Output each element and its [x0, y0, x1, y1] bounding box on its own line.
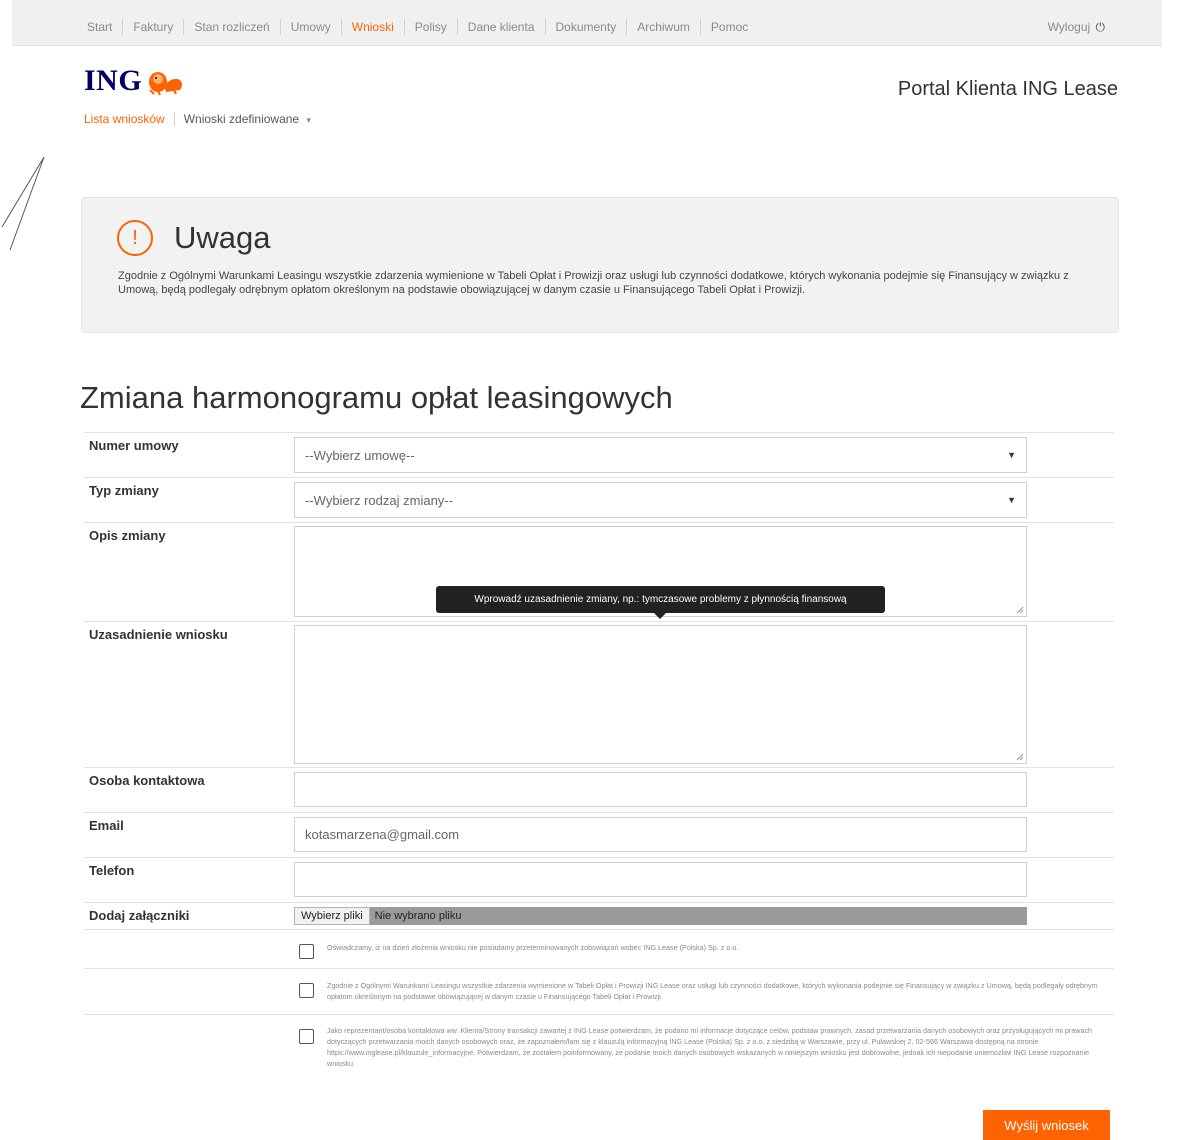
change-type-select[interactable]: --Wybierz rodzaj zmiany-- ▼ — [294, 482, 1027, 518]
phone-label: Telefon — [89, 863, 135, 878]
consent-checkbox-gdpr[interactable] — [299, 1029, 314, 1044]
file-upload[interactable]: Wybierz pliki Nie wybrano pliku — [294, 907, 1027, 925]
nav-item-umowy[interactable]: Umowy — [279, 19, 341, 35]
consent-checkbox-debt[interactable] — [299, 944, 314, 959]
logo-text: ING — [84, 64, 143, 97]
justification-textarea[interactable] — [294, 625, 1027, 764]
page-title: Zmiana harmonogramu opłat leasingowych — [80, 380, 673, 415]
contact-label: Osoba kontaktowa — [89, 773, 205, 788]
change-type-label: Typ zmiany — [89, 483, 159, 498]
nav-item-dane-klienta[interactable]: Dane klienta — [456, 19, 545, 35]
logout-label: Wyloguj — [1047, 20, 1091, 34]
file-status: Nie wybrano pliku — [374, 910, 462, 922]
row-divider — [84, 902, 1114, 903]
row-divider — [84, 968, 1114, 969]
consent-text-fees: Zgodnie z Ogólnymi Warunkami Leasingu ws… — [327, 981, 1098, 1001]
email-input[interactable]: kotasmarzena@gmail.com — [294, 817, 1027, 852]
lion-logo-icon — [149, 72, 183, 96]
row-divider — [84, 1014, 1114, 1015]
notice-title: Uwaga — [174, 220, 271, 255]
contract-label: Numer umowy — [89, 438, 179, 453]
justification-tooltip: Wprowadź uzasadnienie zmiany, np.: tymcz… — [436, 586, 885, 619]
justification-label: Uzasadnienie wniosku — [89, 627, 228, 642]
nav-item-start[interactable]: Start — [87, 19, 122, 35]
subnav-requests-list[interactable]: Lista wniosków — [84, 112, 175, 126]
attachments-label: Dodaj załączniki — [89, 908, 190, 923]
notice-box: ! Uwaga Zgodnie z Ogólnymi Warunkami Lea… — [81, 197, 1119, 333]
nav-item-wnioski[interactable]: Wnioski — [340, 19, 404, 35]
resize-handle-icon[interactable] — [1016, 606, 1024, 614]
nav-item-polisy[interactable]: Polisy — [403, 19, 457, 35]
ing-logo[interactable]: ING — [84, 64, 186, 98]
phone-input[interactable] — [294, 862, 1027, 897]
dropdown-arrow-icon: ▼ — [1007, 450, 1016, 460]
submit-request-button[interactable]: Wyślij wniosek — [983, 1110, 1110, 1140]
nav-item-faktury[interactable]: Faktury — [122, 19, 183, 35]
nav-item-dokumenty[interactable]: Dokumenty — [544, 19, 627, 35]
email-input-value: kotasmarzena@gmail.com — [305, 827, 460, 842]
contact-input[interactable] — [294, 772, 1027, 807]
contract-select-value: --Wybierz umowę-- — [305, 447, 415, 463]
top-navigation: Start Faktury Stan rozliczeń Umowy Wnios… — [12, 0, 1162, 46]
row-divider — [84, 929, 1114, 930]
description-label: Opis zmiany — [89, 528, 166, 543]
row-divider — [84, 767, 1114, 768]
row-divider — [84, 812, 1114, 813]
nav-item-pomoc[interactable]: Pomoc — [699, 19, 758, 35]
row-divider — [84, 477, 1114, 478]
exclamation-icon: ! — [117, 220, 153, 256]
chevron-down-icon: ▾ — [306, 115, 311, 125]
dropdown-arrow-icon: ▼ — [1007, 495, 1016, 505]
row-divider — [84, 857, 1114, 858]
nav-item-archiwum[interactable]: Archiwum — [626, 19, 700, 35]
main-menu: Start Faktury Stan rozliczeń Umowy Wnios… — [87, 19, 758, 35]
resize-handle-icon[interactable] — [1016, 753, 1024, 761]
contract-select[interactable]: --Wybierz umowę-- ▼ — [294, 437, 1027, 473]
notice-text: Zgodnie z Ogólnymi Warunkami Leasingu ws… — [118, 270, 1069, 296]
logout-link[interactable]: Wyloguj ⏻ — [1048, 19, 1105, 35]
nav-item-stan-rozliczen[interactable]: Stan rozliczeń — [183, 19, 279, 35]
subnav-defined-label: Wnioski zdefiniowane — [183, 112, 300, 126]
sub-navigation: Lista wniosków Wnioski zdefiniowane ▾ — [84, 112, 311, 126]
consent-text-gdpr: Jako reprezentant/osoba kontaktowa ww. K… — [327, 1026, 1093, 1068]
change-type-select-value: --Wybierz rodzaj zmiany-- — [305, 492, 453, 508]
decorative-lines — [1, 156, 45, 251]
subnav-defined-requests[interactable]: Wnioski zdefiniowane ▾ — [175, 112, 311, 126]
email-label: Email — [89, 818, 124, 833]
portal-title: Portal Klienta ING Lease — [897, 78, 1118, 100]
consent-checkbox-fees[interactable] — [299, 983, 314, 998]
power-icon: ⏻ — [1095, 20, 1106, 34]
row-divider — [84, 621, 1114, 622]
consent-text-debt: Oświadczamy, iż na dzień złożenia wniosk… — [327, 943, 739, 952]
row-divider — [84, 522, 1114, 523]
row-divider — [84, 432, 1114, 433]
choose-files-button[interactable]: Wybierz pliki — [294, 907, 370, 925]
